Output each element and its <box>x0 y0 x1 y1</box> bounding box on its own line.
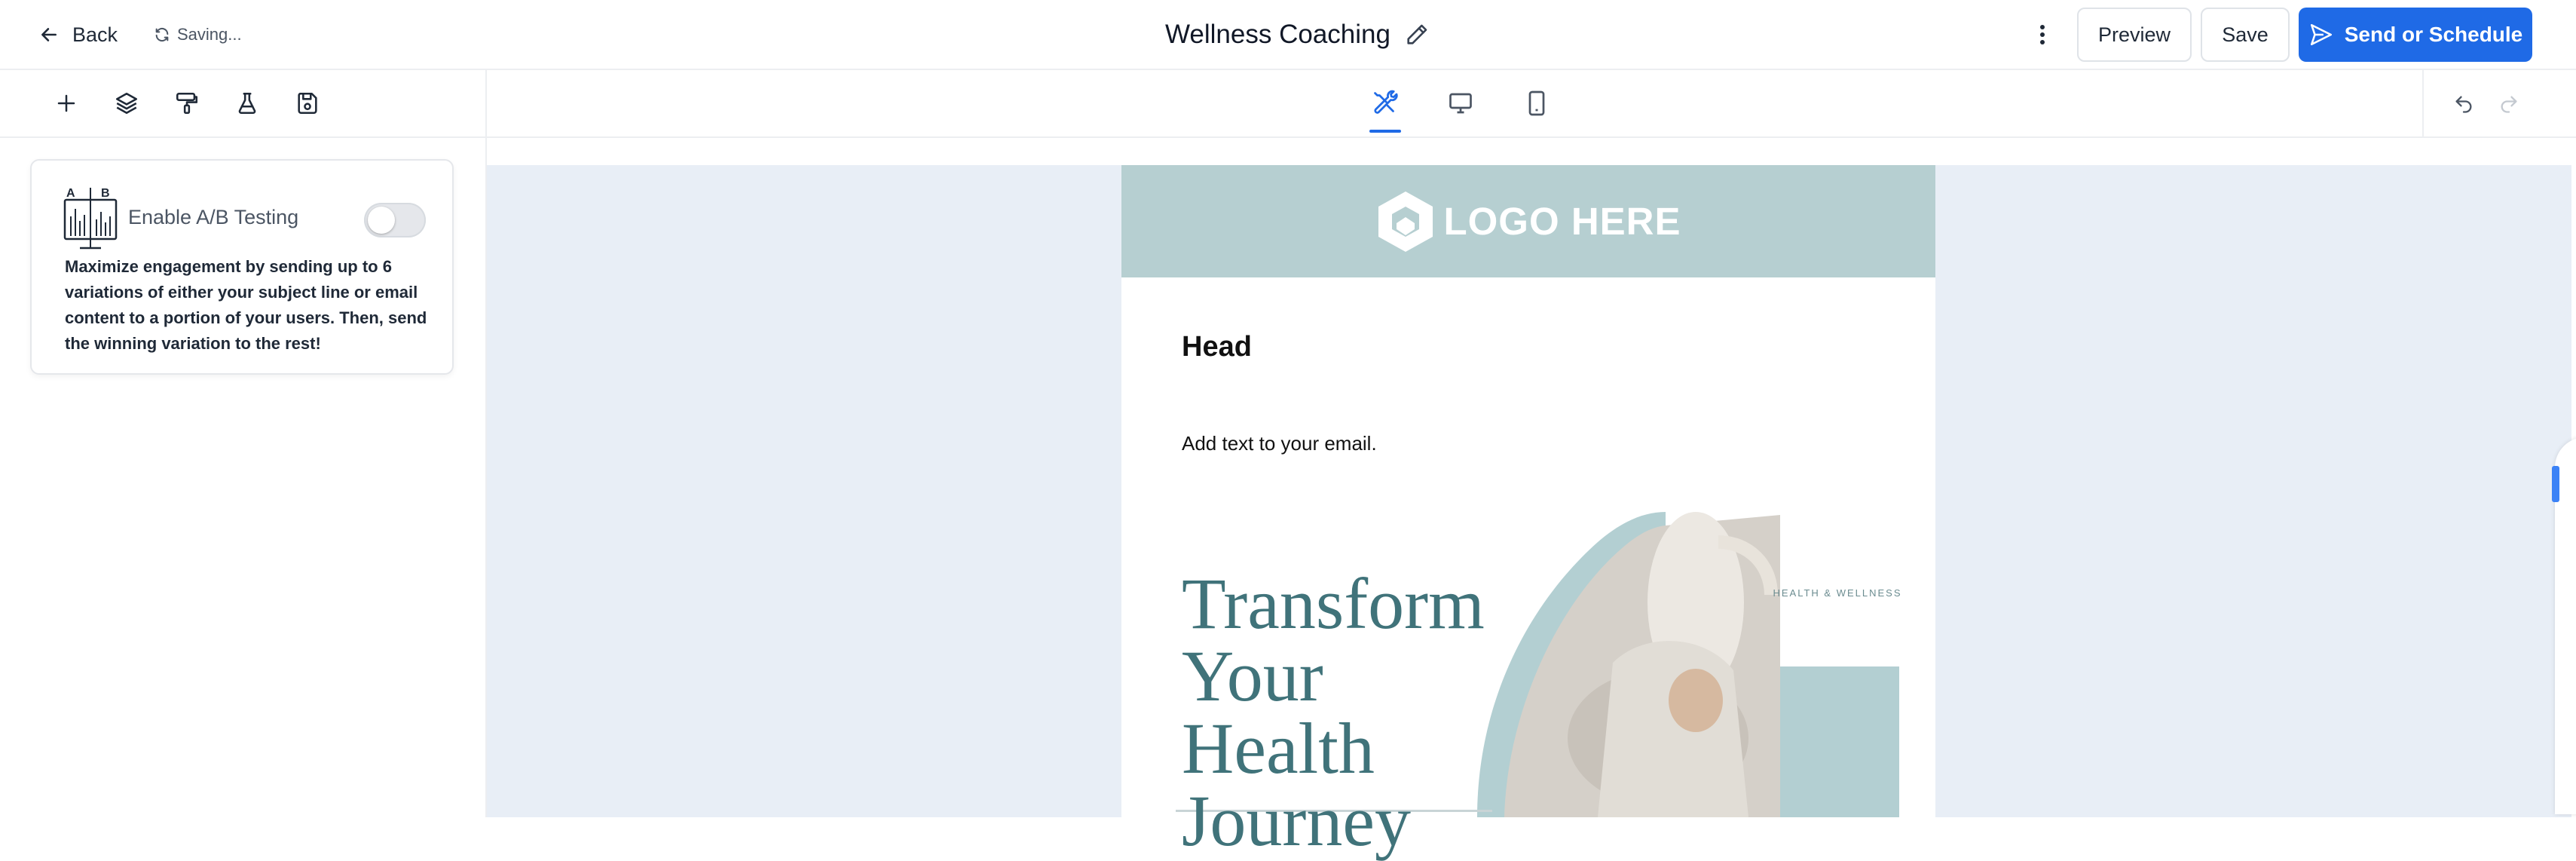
sync-icon <box>154 26 170 43</box>
badge-text: HEALTH & WELLNESS <box>1773 587 1901 599</box>
redo-icon[interactable] <box>2496 91 2522 117</box>
arrow-left-icon <box>39 25 59 44</box>
save-disk-icon[interactable] <box>294 90 321 117</box>
saving-status: Saving... <box>154 20 242 49</box>
view-toolbar <box>487 70 2576 138</box>
email-preview: LOGO HERE Head Add text to your email. H… <box>1121 165 1937 857</box>
right-panel-marker <box>2552 466 2559 502</box>
desktop-icon[interactable] <box>1444 87 1477 120</box>
back-button[interactable]: Back <box>39 20 118 50</box>
ab-testing-card: A B Enable A/B Testing Maximize engageme… <box>30 159 454 375</box>
hero-title: Transform Your Health Journey <box>1182 563 1485 861</box>
email-body-text[interactable]: Add text to your email. <box>1182 432 1377 455</box>
hexagon-logo-icon <box>1375 190 1436 253</box>
sidebar-toolbar <box>0 70 485 138</box>
send-icon <box>2308 22 2334 47</box>
ab-letter-b: B <box>101 187 110 200</box>
email-heading[interactable]: Head <box>1182 331 1252 363</box>
hero-image[interactable]: HEALTH & WELLNESS Transform Your Health … <box>1176 512 1937 857</box>
pencil-icon[interactable] <box>1404 22 1430 47</box>
dots-vertical-icon <box>2039 23 2046 46</box>
campaign-title-text: Wellness Coaching <box>1165 20 1390 49</box>
back-label: Back <box>72 23 118 46</box>
flask-icon[interactable] <box>234 90 261 117</box>
undo-icon[interactable] <box>2451 91 2477 117</box>
top-bar: Back Saving... Wellness Coaching Preview… <box>0 0 2576 70</box>
ab-testing-toggle[interactable] <box>364 203 426 237</box>
toggle-knob <box>368 207 395 234</box>
email-header-block[interactable]: LOGO HERE <box>1121 165 1935 277</box>
ab-testing-description: Maximize engagement by sending up to 6 v… <box>65 257 427 353</box>
ab-testing-title: Enable A/B Testing <box>128 206 299 228</box>
ab-letter-a: A <box>66 187 75 200</box>
layers-icon[interactable] <box>113 90 140 117</box>
left-sidebar: A B Enable A/B Testing Maximize engageme… <box>0 70 487 817</box>
email-canvas: LOGO HERE Head Add text to your email. H… <box>487 165 2571 857</box>
active-tab-indicator <box>1369 130 1401 133</box>
saving-label: Saving... <box>177 25 242 44</box>
send-label: Send or Schedule <box>2344 23 2523 46</box>
ab-test-icon: A B <box>63 186 118 251</box>
campaign-title[interactable]: Wellness Coaching <box>1165 17 1430 53</box>
preview-button[interactable]: Preview <box>2077 8 2192 62</box>
more-options-button[interactable] <box>2029 18 2056 51</box>
edit-tools-icon[interactable] <box>1369 87 1402 120</box>
mobile-icon[interactable] <box>1520 87 1553 120</box>
save-button[interactable]: Save <box>2201 8 2290 62</box>
history-controls <box>2422 70 2576 136</box>
paint-roller-icon[interactable] <box>173 90 200 117</box>
logo-text: LOGO HERE <box>1443 200 1681 243</box>
send-or-schedule-button[interactable]: Send or Schedule <box>2299 8 2532 62</box>
add-icon[interactable] <box>53 90 80 117</box>
